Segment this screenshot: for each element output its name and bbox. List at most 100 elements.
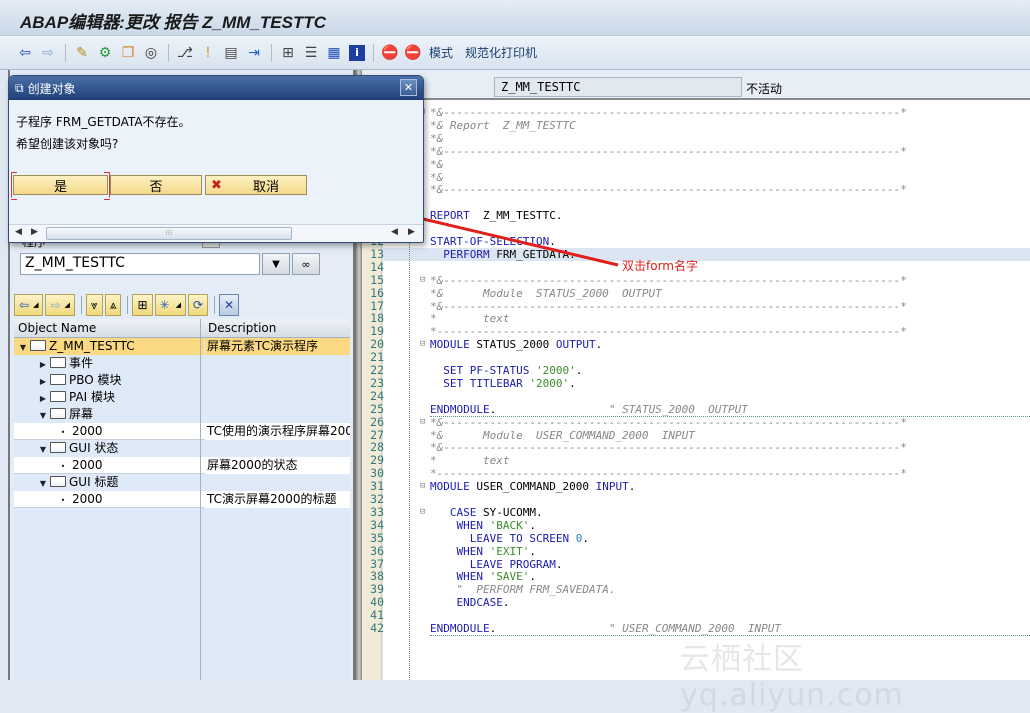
tree-row[interactable]: ▼ 屏幕 [14,406,350,423]
code-line[interactable]: 14 [370,260,1030,274]
dialog-horizontal-scrollbar[interactable]: ◀ ▶ ⁞⁞⁞ ◀ ▶ [9,224,423,242]
column-header-object-name[interactable]: Object Name [18,321,96,335]
code-line[interactable]: *&--------------------------------------… [383,183,1030,196]
code-line[interactable]: 33 ⊟ CASE SY-UCOMM. [370,505,1030,519]
tree-row[interactable]: ▼ Z_MM_TESTTC 屏幕元素TC演示程序 [14,338,350,355]
code-line[interactable]: 40 ENDCASE. [370,596,1030,610]
fold-toggle-icon[interactable]: ⊟ [420,416,425,429]
code-line[interactable]: 35 LEAVE TO SCREEN 0. [370,531,1030,545]
tree-row[interactable]: ▶ PBO 模块 [14,372,350,389]
code-line[interactable]: 19 *-------------------------------------… [370,325,1030,339]
external-breakpoint-icon[interactable]: ⛔ [402,43,424,63]
scroll-left-icon[interactable]: ◀ [391,227,398,237]
code-line[interactable]: 16 *& Module STATUS_2000 OUTPUT [370,286,1030,300]
collapse-all-button[interactable]: ⩓ [104,294,122,316]
no-button[interactable]: 否 [110,175,202,195]
session-breakpoint-icon[interactable]: ⛔ [379,43,401,63]
code-line[interactable]: 38 WHEN 'SAVE'. [370,570,1030,584]
mode-button[interactable]: 模式 [429,44,453,61]
tree-row[interactable]: ▼ GUI 状态 [14,440,350,457]
code-line[interactable]: 24 [370,389,1030,403]
tree-cell-name[interactable]: ▼ GUI 标题 [14,474,204,491]
collapsed-node-icon[interactable]: ▶ [38,373,48,390]
stack-icon[interactable]: ☰ [300,43,322,63]
expand-all-button[interactable]: ⩔ [85,294,103,316]
column-header-description[interactable]: Description [208,321,276,335]
fold-toggle-icon[interactable]: ⊟ [420,506,425,519]
tree-row[interactable]: • 2000 屏幕2000的状态 [14,457,350,474]
list-icon[interactable]: ▦ [323,43,345,63]
cancel-button[interactable]: ✖ 取消 [205,175,307,195]
code-line[interactable]: *& Report Z_MM_TESTTC [383,119,1030,132]
tree-row[interactable]: ▶ PAI 模块 [14,389,350,406]
expanded-node-icon[interactable]: ▼ [38,407,48,424]
code-line[interactable]: 30 *-------------------------------------… [370,467,1030,481]
pretty-printer-button[interactable]: 规范化打印机 [465,44,537,61]
object-dropdown-button[interactable]: ▼ [262,253,290,275]
tree-cell-name[interactable]: ▼ GUI 状态 [14,440,204,457]
code-line[interactable]: 28 *&------------------------------------… [370,441,1030,455]
code-line[interactable]: 27 *& Module USER_COMMAND_2000 INPUT [370,428,1030,442]
fold-toggle-icon[interactable]: ⊟ [420,338,425,351]
expanded-node-icon[interactable]: ▼ [38,441,48,458]
scroll-right-icon[interactable]: ▶ [408,227,415,237]
code-line[interactable]: *&--------------------------------------… [383,145,1030,158]
tree-row[interactable]: • 2000 TC使用的演示程序屏幕2000 [14,423,350,440]
code-line[interactable]: 36 WHEN 'EXIT'. [370,544,1030,558]
tree-cell-name[interactable]: • 2000 [14,457,204,474]
code-line[interactable]: ⊟*&-------------------------------------… [383,106,1030,119]
scroll-right-icon[interactable]: ▶ [31,227,38,237]
where-used-icon[interactable]: ◎ [140,43,162,63]
code-line[interactable]: REPORT Z_MM_TESTTC. [383,209,1030,222]
window-icon[interactable]: ▤ [220,43,242,63]
tree-cell-name[interactable]: ▶ PAI 模块 [14,389,204,406]
code-line[interactable]: 32 [370,493,1030,506]
activate-toggle-icon[interactable]: ⚙ [94,43,116,63]
code-line[interactable]: *& [383,132,1030,145]
expanded-node-icon[interactable]: ▼ [38,475,48,492]
code-line[interactable]: 31 ⊟ MODULE USER_COMMAND_2000 INPUT. [370,480,1030,494]
tree-cell-name[interactable]: ▶ 事件 [14,355,204,372]
code-line[interactable]: 22 SET PF-STATUS '2000'. [370,364,1030,378]
tree-cell-name[interactable]: • 2000 [14,423,204,440]
display-object-button[interactable]: ∞ [292,253,320,275]
code-line[interactable]: 37 LEAVE PROGRAM. [370,557,1030,571]
code-line[interactable] [383,196,1030,209]
tree-cell-name[interactable]: ▼ Z_MM_TESTTC [14,338,204,355]
collapsed-node-icon[interactable]: ▶ [38,356,48,373]
next-object-button[interactable]: ⇨ ◢ [45,294,75,316]
code-line[interactable]: *& [383,171,1030,184]
code-editor[interactable]: ⊟ *&-------------------------------------… [370,100,1030,680]
tree-row[interactable]: ▼ GUI 标题 [14,474,350,491]
yes-button[interactable]: 是 [13,175,108,195]
code-line[interactable]: 15 ⊟ *&-----------------------------------… [370,273,1030,287]
back-icon[interactable]: ⇦ [14,43,36,63]
forward-icon[interactable]: ⇨ [37,43,59,63]
code-line[interactable]: 20 ⊟ MODULE STATUS_2000 OUTPUT. [370,338,1030,352]
info-icon[interactable]: i [349,44,365,61]
code-line[interactable] [383,222,1030,235]
close-navigator-button[interactable]: ✕ [219,294,240,316]
previous-object-button[interactable]: ⇦ ◢ [14,294,44,316]
scroll-left-icon[interactable]: ◀ [15,227,22,237]
scrollbar-thumb[interactable]: ⁞⁞⁞ [46,227,292,240]
code-line[interactable]: 26 ⊟ *&-----------------------------------… [370,415,1030,429]
code-line[interactable]: 13 PERFORM FRM_GETDATA. [370,247,1030,261]
tree-cell-name[interactable]: ▼ 屏幕 [14,406,204,423]
code-line[interactable]: 25 ENDMODULE. " STATUS_2000 OUTPUT [370,402,1030,417]
tree-row[interactable]: • 2000 TC演示屏幕2000的标题 [14,491,350,508]
hierarchy-icon[interactable]: ⊞ [277,43,299,63]
code-line[interactable]: 21 [370,351,1030,364]
fold-toggle-icon[interactable]: ⊟ [420,480,425,493]
code-line[interactable]: 41 [370,609,1030,622]
code-line[interactable]: 34 WHEN 'BACK'. [370,518,1030,532]
fold-toggle-icon[interactable]: ⊟ [420,274,425,287]
tree-row[interactable]: ▶ 事件 [14,355,350,372]
collapsed-node-icon[interactable]: ▶ [38,390,48,407]
code-line[interactable]: 18 * text [370,312,1030,326]
other-object-icon[interactable]: ❐ [117,43,139,63]
code-line[interactable]: *& [383,158,1030,171]
code-line[interactable]: 12START-OF-SELECTION. [370,235,1030,249]
breakpoint-icon[interactable]: ǃ [197,43,219,63]
tree-cell-name[interactable]: • 2000 [14,491,204,508]
